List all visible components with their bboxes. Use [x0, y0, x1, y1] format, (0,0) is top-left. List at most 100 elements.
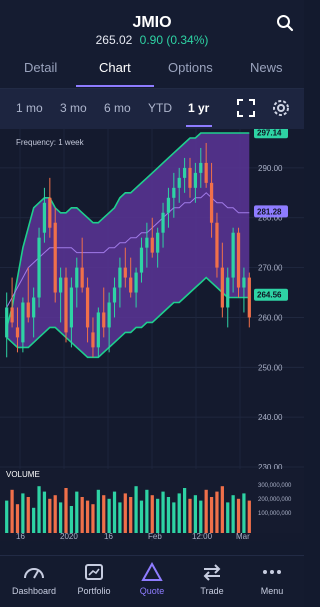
volume-bar	[69, 506, 74, 533]
volume-bar	[204, 489, 208, 533]
volume-bar	[37, 486, 41, 533]
candle-body	[129, 277, 133, 293]
volume-bar	[193, 495, 198, 533]
price-chart[interactable]: Frequency: 1 week 290.00280.00270.00260.…	[0, 129, 304, 541]
candle-body	[26, 302, 30, 318]
y-tick-label: 260.00	[258, 313, 283, 322]
volume-bar	[156, 498, 160, 533]
volume-bar	[209, 497, 214, 533]
quote-triangle-icon	[141, 562, 163, 581]
volume-bar	[236, 498, 241, 533]
volume-bar	[166, 497, 171, 533]
candle-body	[75, 267, 79, 288]
volume-tick-label: 200,000,000	[258, 497, 292, 503]
candle-body	[107, 302, 111, 328]
candle-body	[10, 307, 14, 323]
expand-icon[interactable]	[236, 98, 256, 118]
candle-body	[5, 307, 9, 338]
candle-body	[177, 177, 181, 188]
nav-menu[interactable]: Menu	[242, 562, 302, 596]
candle-body	[37, 237, 41, 298]
candle-body	[58, 277, 63, 293]
candle-body	[85, 287, 90, 328]
volume-tick-label: 300,000,000	[258, 483, 292, 489]
last-price: 265.02	[95, 33, 133, 47]
volume-bar	[53, 495, 57, 533]
x-tick-label: Feb	[148, 532, 162, 541]
volume-bar	[150, 495, 154, 533]
nav-label-quote: Quote	[139, 586, 165, 596]
x-tick-label: 16	[16, 532, 25, 541]
candle-body	[102, 312, 106, 328]
candle-body	[199, 162, 203, 173]
range-1mo[interactable]: 1 mo	[16, 101, 43, 115]
candle-body	[118, 267, 122, 288]
nav-quote[interactable]: Quote	[122, 562, 182, 596]
volume-bar	[161, 491, 165, 533]
portfolio-icon	[85, 564, 103, 580]
candle-body	[156, 232, 160, 253]
volume-bar	[21, 493, 25, 533]
candle-body	[32, 297, 36, 318]
candle-body	[161, 212, 165, 233]
range-6mo[interactable]: 6 mo	[104, 101, 131, 115]
volume-tick-label: 100,000,000	[258, 511, 292, 517]
candle-body	[226, 277, 230, 308]
tab-news[interactable]: News	[250, 60, 283, 75]
candle-body	[112, 287, 117, 303]
price-tag-label: 264.56	[257, 291, 282, 300]
nav-label-trade: Trade	[200, 586, 224, 596]
x-tick-label: Mar	[236, 532, 250, 541]
frequency-label: Frequency: 1 week	[16, 138, 85, 147]
candle-body	[166, 197, 171, 213]
price-tag-label: 281.28	[257, 207, 282, 216]
candle-body	[215, 222, 219, 268]
quote-line: 265.02 0.90 (0.34%)	[0, 33, 304, 47]
volume-bar	[220, 486, 224, 533]
volume-bar	[134, 486, 138, 533]
range-ytd[interactable]: YTD	[148, 101, 172, 115]
candle-body	[145, 237, 149, 248]
volume-bar	[75, 491, 79, 533]
range-selector: 1 mo 3 mo 6 mo YTD 1 yr	[0, 89, 304, 129]
gear-icon[interactable]	[270, 97, 292, 119]
search-icon[interactable]	[276, 14, 294, 32]
volume-bar	[242, 493, 246, 533]
nav-trade[interactable]: Trade	[182, 562, 242, 596]
candle-body	[64, 277, 68, 333]
volume-bar	[118, 502, 122, 533]
tab-chart[interactable]: Chart	[99, 60, 131, 75]
volume-bar	[226, 502, 230, 533]
candle-body	[242, 277, 246, 288]
volume-bar	[10, 489, 14, 533]
range-1yr[interactable]: 1 yr	[188, 101, 209, 115]
tab-options[interactable]: Options	[168, 60, 213, 75]
volume-bar	[5, 500, 9, 533]
volume-bar	[42, 491, 47, 533]
volume-bar	[129, 497, 133, 533]
candle-body	[209, 182, 214, 223]
price-tag-label: 297.14	[257, 129, 282, 137]
tab-detail[interactable]: Detail	[24, 60, 57, 75]
volume-bar	[215, 491, 219, 533]
candle-body	[150, 237, 154, 253]
x-tick-label: 16	[104, 532, 113, 541]
candle-body	[21, 302, 25, 343]
volume-bar	[96, 489, 100, 533]
volume-bar	[177, 493, 181, 533]
volume-bar	[247, 500, 251, 533]
candle-body	[220, 267, 224, 308]
volume-bar	[112, 491, 117, 533]
candle-body	[188, 167, 192, 188]
range-3mo[interactable]: 3 mo	[60, 101, 87, 115]
volume-bar	[123, 493, 127, 533]
y-tick-label: 270.00	[258, 264, 283, 273]
candle-body	[172, 187, 176, 198]
nav-portfolio[interactable]: Portfolio	[64, 562, 124, 596]
y-tick-label: 290.00	[258, 164, 283, 173]
nav-dashboard[interactable]: Dashboard	[4, 562, 64, 596]
candle-body	[91, 332, 95, 348]
candle-body	[15, 327, 20, 338]
candle-body	[48, 197, 52, 228]
volume-bar	[188, 498, 192, 533]
